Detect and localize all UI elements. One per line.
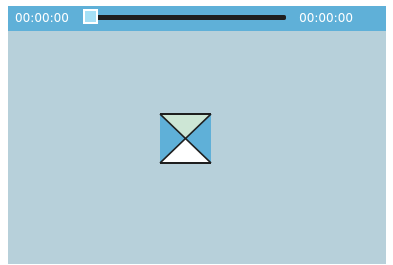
control-bar: 00:00:00 00:00:00 xyxy=(8,6,386,31)
seek-track[interactable] xyxy=(92,15,286,20)
video-display[interactable] xyxy=(8,31,386,264)
current-time: 00:00:00 xyxy=(15,11,69,25)
video-player[interactable]: 00:00:00 00:00:00 xyxy=(8,6,386,264)
hourglass-icon xyxy=(159,113,212,164)
total-time: 00:00:00 xyxy=(299,11,353,25)
seek-thumb[interactable] xyxy=(83,9,98,24)
